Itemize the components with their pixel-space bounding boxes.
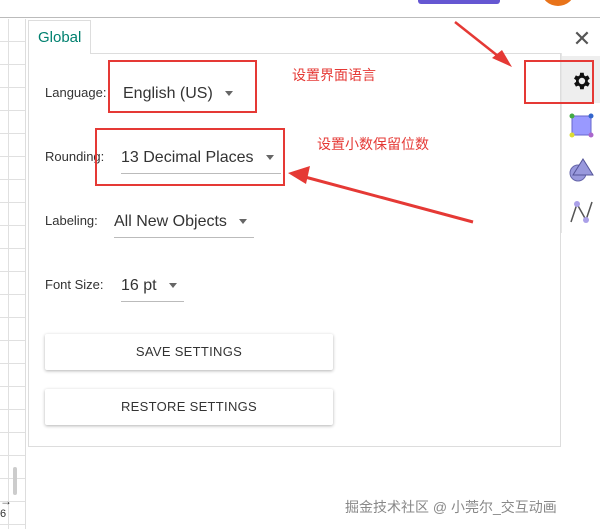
function-settings-icon[interactable] — [568, 198, 596, 226]
shapes-settings-icon[interactable] — [568, 156, 596, 184]
axis-tick-label: 6 — [0, 508, 7, 520]
chevron-down-icon — [238, 219, 247, 225]
annotation-box-gear — [524, 60, 594, 104]
graphics-grid — [0, 19, 26, 529]
polygon-settings-icon[interactable] — [568, 112, 596, 140]
font-size-value: 16 pt — [121, 277, 157, 294]
axis-arrow-icon: → — [0, 494, 12, 508]
annotation-box-language — [108, 60, 257, 113]
save-settings-button[interactable]: SAVE SETTINGS — [45, 334, 333, 370]
restore-settings-button[interactable]: RESTORE SETTINGS — [45, 389, 333, 425]
labeling-label: Labeling: — [45, 213, 98, 228]
annotation-rounding-note: 设置小数保留位数 — [317, 136, 429, 152]
labeling-dropdown[interactable]: All New Objects — [114, 213, 254, 238]
header-button[interactable] — [418, 0, 500, 4]
chevron-down-icon — [168, 283, 177, 289]
close-icon[interactable]: ✕ — [572, 26, 592, 52]
font-size-label: Font Size: — [45, 277, 104, 292]
language-label: Language: — [45, 85, 107, 100]
annotation-language-note: 设置界面语言 — [292, 67, 376, 83]
watermark: 掘金技术社区 @ 小莞尔_交互动画 — [345, 499, 557, 515]
font-size-dropdown[interactable]: 16 pt — [121, 277, 184, 302]
top-bar — [0, 0, 600, 18]
annotation-box-rounding — [95, 128, 285, 186]
tab-global[interactable]: Global — [28, 20, 91, 54]
labeling-value: All New Objects — [114, 213, 227, 230]
grid-line — [8, 19, 9, 529]
scrollbar[interactable] — [13, 467, 17, 495]
